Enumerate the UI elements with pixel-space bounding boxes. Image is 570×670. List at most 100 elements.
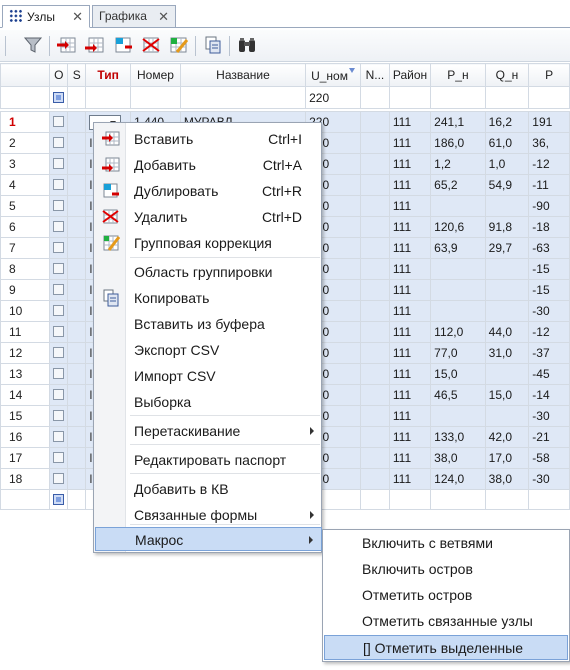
row-cell-n[interactable] xyxy=(359,132,390,154)
row-cell-qn[interactable]: 15,0 xyxy=(484,384,530,406)
menu-item-12[interactable]: Редактировать паспорт xyxy=(95,448,322,472)
row-cell-pn[interactable] xyxy=(430,405,486,427)
row-cell-rayon[interactable]: 111 xyxy=(388,111,432,133)
row-cell-pn[interactable]: 112,0 xyxy=(430,321,486,343)
row-checkbox[interactable] xyxy=(53,116,65,127)
row-cell-pn[interactable]: 133,0 xyxy=(430,426,486,448)
tab-graphics[interactable]: Графика ✕ xyxy=(92,5,176,28)
row-checkbox[interactable] xyxy=(53,305,65,316)
submenu-item-2[interactable]: Отметить остров xyxy=(324,583,568,608)
row-checkbox-o[interactable] xyxy=(49,426,69,448)
row-checkbox[interactable] xyxy=(53,200,65,211)
row-cell-qn[interactable]: 44,0 xyxy=(484,321,530,343)
row-cell-n[interactable] xyxy=(359,216,390,238)
binoculars-icon[interactable] xyxy=(236,35,258,55)
row-cell-pn[interactable]: 77,0 xyxy=(430,342,486,364)
insert-row-icon[interactable] xyxy=(56,35,78,55)
row-cell-pn[interactable]: 65,2 xyxy=(430,174,486,196)
filter-cell[interactable] xyxy=(528,86,570,109)
row-cell-p[interactable]: 191 xyxy=(528,111,570,133)
row-cell-n[interactable] xyxy=(359,384,390,406)
col-header-name[interactable]: Название xyxy=(179,63,307,87)
row-cell-p[interactable]: -30 xyxy=(528,468,570,490)
row-cell-s[interactable] xyxy=(67,174,87,196)
row-checkbox-o[interactable] xyxy=(49,174,69,196)
add-row-icon[interactable] xyxy=(84,35,106,55)
row-cell-qn[interactable]: 17,0 xyxy=(484,447,530,469)
row-cell-rayon[interactable]: 111 xyxy=(388,426,432,448)
row-checkbox[interactable] xyxy=(53,368,65,379)
row-cell-s[interactable] xyxy=(67,447,87,469)
row-cell-s[interactable] xyxy=(67,363,87,385)
row-cell-pn[interactable] xyxy=(430,279,486,301)
row-cell-n[interactable] xyxy=(359,195,390,217)
row-checkbox[interactable] xyxy=(53,221,65,232)
col-header-rownum[interactable] xyxy=(0,63,51,87)
col-header-s[interactable]: S xyxy=(67,63,87,87)
row-cell-p[interactable]: -63 xyxy=(528,237,570,259)
filter-unom[interactable]: 220 xyxy=(305,86,361,109)
row-cell-qn[interactable] xyxy=(484,279,530,301)
row-cell-rayon[interactable]: 111 xyxy=(388,174,432,196)
row-checkbox[interactable] xyxy=(53,137,65,148)
filter-cell[interactable] xyxy=(85,86,132,109)
row-cell-s[interactable] xyxy=(67,111,87,133)
row-cell-rayon[interactable]: 111 xyxy=(388,342,432,364)
row-cell-p[interactable]: -12 xyxy=(528,321,570,343)
row-checkbox[interactable] xyxy=(53,242,65,253)
row-cell-s[interactable] xyxy=(67,237,87,259)
row-cell-p[interactable]: -45 xyxy=(528,363,570,385)
row-cell-s[interactable] xyxy=(67,342,87,364)
row-cell-qn[interactable]: 42,0 xyxy=(484,426,530,448)
row-checkbox[interactable] xyxy=(53,431,65,442)
row-cell-n[interactable] xyxy=(359,111,390,133)
row-cell-s[interactable] xyxy=(67,321,87,343)
menu-item-3[interactable]: Удалить Ctrl+D xyxy=(95,205,322,229)
row-cell-s[interactable] xyxy=(67,279,87,301)
row-cell-s[interactable] xyxy=(67,405,87,427)
filter-cell[interactable] xyxy=(67,86,87,109)
row-cell-rayon[interactable]: 111 xyxy=(388,321,432,343)
row-checkbox-o[interactable] xyxy=(49,195,69,217)
copy-icon[interactable] xyxy=(202,35,224,55)
filter-checkbox[interactable] xyxy=(53,91,65,103)
filter-cell[interactable] xyxy=(130,86,181,109)
row-cell-rayon[interactable]: 111 xyxy=(388,384,432,406)
row-checkbox-o[interactable] xyxy=(49,132,69,154)
row-checkbox-o[interactable] xyxy=(49,258,69,280)
delete-row-icon[interactable] xyxy=(140,35,162,55)
row-cell-n[interactable] xyxy=(359,405,390,427)
row-cell-p[interactable]: -58 xyxy=(528,447,570,469)
row-cell-pn[interactable]: 241,1 xyxy=(430,111,486,133)
menu-item-13[interactable]: Добавить в КВ xyxy=(95,477,322,501)
row-checkbox[interactable] xyxy=(53,284,65,295)
row-cell-qn[interactable]: 31,0 xyxy=(484,342,530,364)
row-cell-n[interactable] xyxy=(359,321,390,343)
row-cell-qn[interactable] xyxy=(484,195,530,217)
col-header-qn[interactable]: Q_н xyxy=(484,63,530,87)
duplicate-row-icon[interactable] xyxy=(112,35,134,55)
row-cell-qn[interactable]: 16,2 xyxy=(484,111,530,133)
row-cell-rayon[interactable]: 111 xyxy=(388,300,432,322)
menu-item-11[interactable]: Перетаскивание xyxy=(95,419,322,443)
row-cell-rayon[interactable]: 111 xyxy=(388,363,432,385)
col-header-tip[interactable]: Тип xyxy=(85,63,132,87)
row-checkbox-o[interactable] xyxy=(49,447,69,469)
menu-item-10[interactable]: Выборка xyxy=(95,390,322,414)
menu-item-1[interactable]: Добавить Ctrl+A xyxy=(95,153,322,177)
row-cell-n[interactable] xyxy=(359,468,390,490)
row-cell-n[interactable] xyxy=(359,237,390,259)
row-checkbox[interactable] xyxy=(53,389,65,400)
row-cell-n[interactable] xyxy=(359,447,390,469)
row-cell-rayon[interactable]: 111 xyxy=(388,258,432,280)
row-cell-pn[interactable]: 124,0 xyxy=(430,468,486,490)
row-cell-p[interactable]: -12 xyxy=(528,153,570,175)
filter-icon[interactable] xyxy=(22,35,44,55)
filter-cell[interactable] xyxy=(179,86,307,109)
row-cell-p[interactable]: -15 xyxy=(528,279,570,301)
row-cell-qn[interactable]: 54,9 xyxy=(484,174,530,196)
row-cell-pn[interactable]: 63,9 xyxy=(430,237,486,259)
filter-cell[interactable] xyxy=(388,86,432,109)
menu-item-0[interactable]: Вставить Ctrl+I xyxy=(95,127,322,151)
filter-cell[interactable] xyxy=(359,86,390,109)
